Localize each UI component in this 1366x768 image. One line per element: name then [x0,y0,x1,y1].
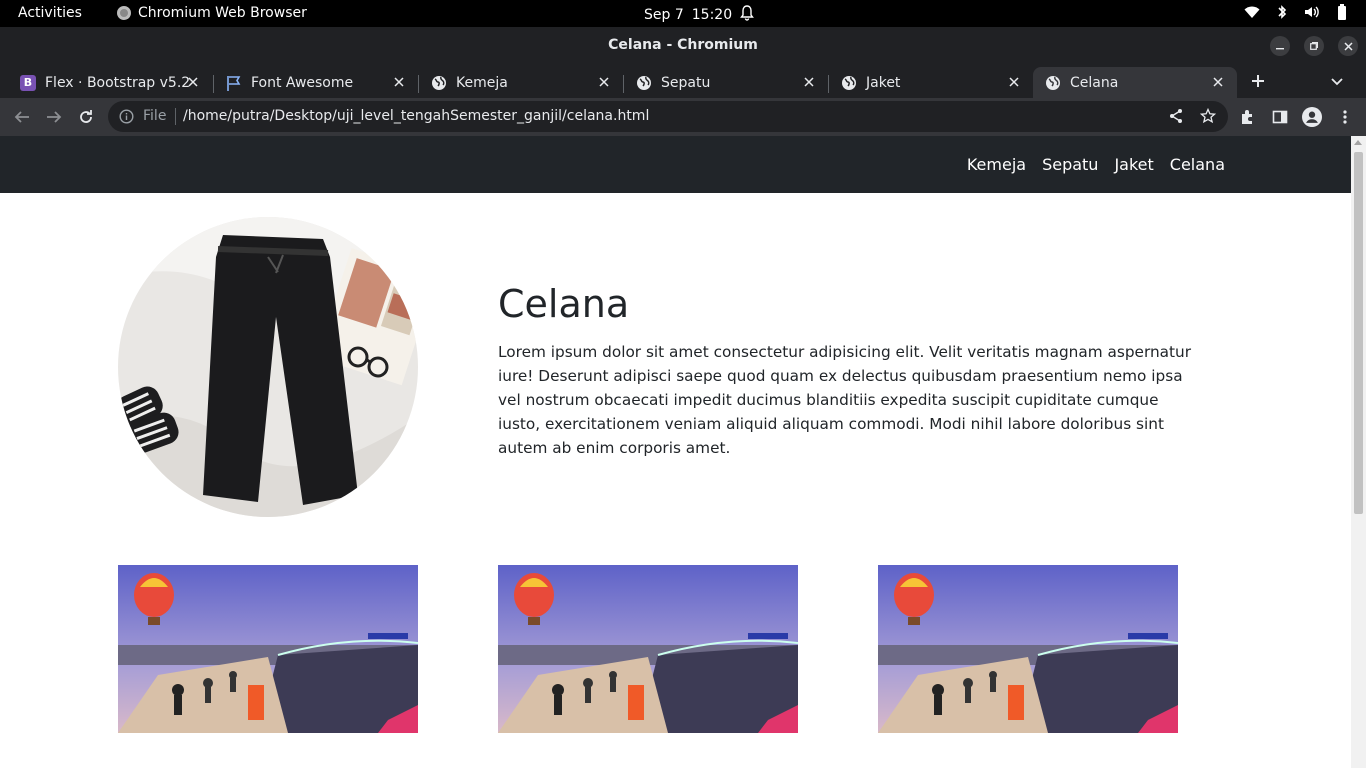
new-tab-icon[interactable] [1250,73,1270,89]
reload-icon[interactable] [76,107,96,127]
back-icon[interactable] [12,107,32,127]
close-tab-icon[interactable] [802,75,816,89]
tab-search-chevron-icon[interactable] [1330,73,1346,89]
scheme-label: File [143,108,167,124]
gallery-image [118,565,418,733]
browser-toolbar: File /home/putra/Desktop/uji_level_tenga… [0,98,1366,136]
tab-sepatu[interactable]: Sepatu [616,67,828,98]
window-titlebar[interactable]: Celana - Chromium [0,27,1366,64]
tab-jaket[interactable]: Jaket [821,67,1033,98]
scroll-up-arrow-icon[interactable] [1354,140,1362,145]
clock-date: Sep 7 [644,7,684,23]
clock-time: 15:20 [691,7,733,23]
activities-button[interactable]: Activities [18,5,82,21]
menu-kebab-icon[interactable] [1335,107,1355,127]
restore-button[interactable] [1304,36,1324,56]
tab-font-awesome[interactable]: Font Awesome [206,67,418,98]
tab-strip: B Flex · Bootstrap v5.2 Font Awesome Kem… [0,64,1366,98]
celana-product-image [118,217,418,517]
close-tab-icon[interactable] [392,75,406,89]
forward-icon[interactable] [44,107,64,127]
tab-label: Font Awesome [251,74,354,91]
tab-label: Jaket [866,74,901,91]
nav-link-kemeja[interactable]: Kemeja [967,155,1026,174]
vertical-scrollbar[interactable] [1351,136,1366,768]
navbar-links: Kemeja Sepatu Jaket Celana [967,155,1225,174]
scrollbar-thumb[interactable] [1354,152,1363,514]
site-navbar: Kemeja Sepatu Jaket Celana [0,136,1351,193]
chromium-icon [117,6,131,20]
tab-bootstrap[interactable]: B Flex · Bootstrap v5.2 [0,67,212,98]
battery-icon [1334,4,1350,20]
window-title: Celana - Chromium [608,37,758,53]
omnibox-divider [175,108,176,125]
nav-link-celana[interactable]: Celana [1170,155,1225,174]
tab-label: Celana [1070,74,1119,91]
gallery-image [878,565,1178,733]
url-text[interactable]: /home/putra/Desktop/uji_level_tengahSeme… [183,108,649,124]
tab-celana[interactable]: Celana [1033,67,1237,98]
profile-avatar-icon[interactable] [1302,107,1322,127]
globe-icon [636,75,652,91]
close-tab-icon[interactable] [597,75,611,89]
wifi-icon [1244,4,1260,20]
bell-icon [740,5,755,25]
nav-link-jaket[interactable]: Jaket [1114,155,1153,174]
close-window-button[interactable] [1338,36,1358,56]
tab-kemeja[interactable]: Kemeja [411,67,623,98]
globe-icon [431,75,447,91]
address-bar[interactable]: File /home/putra/Desktop/uji_level_tenga… [108,101,1228,132]
clock[interactable]: Sep 7 15:20 [644,5,755,25]
info-icon[interactable] [119,109,134,128]
page-title: Celana [498,282,630,326]
close-tab-icon[interactable] [1211,75,1225,89]
bookmark-star-icon[interactable] [1199,107,1218,126]
description-text: Lorem ipsum dolor sit amet consectetur a… [498,343,1192,457]
bootstrap-icon: B [20,74,36,91]
extensions-icon[interactable] [1238,107,1258,127]
nav-link-sepatu[interactable]: Sepatu [1042,155,1098,174]
globe-icon [841,75,857,91]
globe-icon [1045,75,1061,91]
gallery-image [498,565,798,733]
close-tab-icon[interactable] [1007,75,1021,89]
bluetooth-icon [1274,4,1290,20]
tab-label: Kemeja [456,74,508,91]
minimize-button[interactable] [1270,36,1290,56]
tab-label: Flex · Bootstrap v5.2 [45,74,191,91]
close-tab-icon[interactable] [186,75,200,89]
app-name: Chromium Web Browser [138,5,307,21]
tab-label: Sepatu [661,74,711,91]
side-panel-icon[interactable] [1270,107,1290,127]
page-viewport: Kemeja Sepatu Jaket Celana Celana Lorem … [0,136,1366,768]
system-top-bar: Activities Chromium Web Browser Sep 7 15… [0,0,1366,27]
system-tray[interactable] [1244,4,1350,20]
app-menu[interactable]: Chromium Web Browser [117,5,307,21]
volume-icon [1304,4,1320,20]
share-icon[interactable] [1168,108,1186,126]
flag-icon [226,75,242,91]
